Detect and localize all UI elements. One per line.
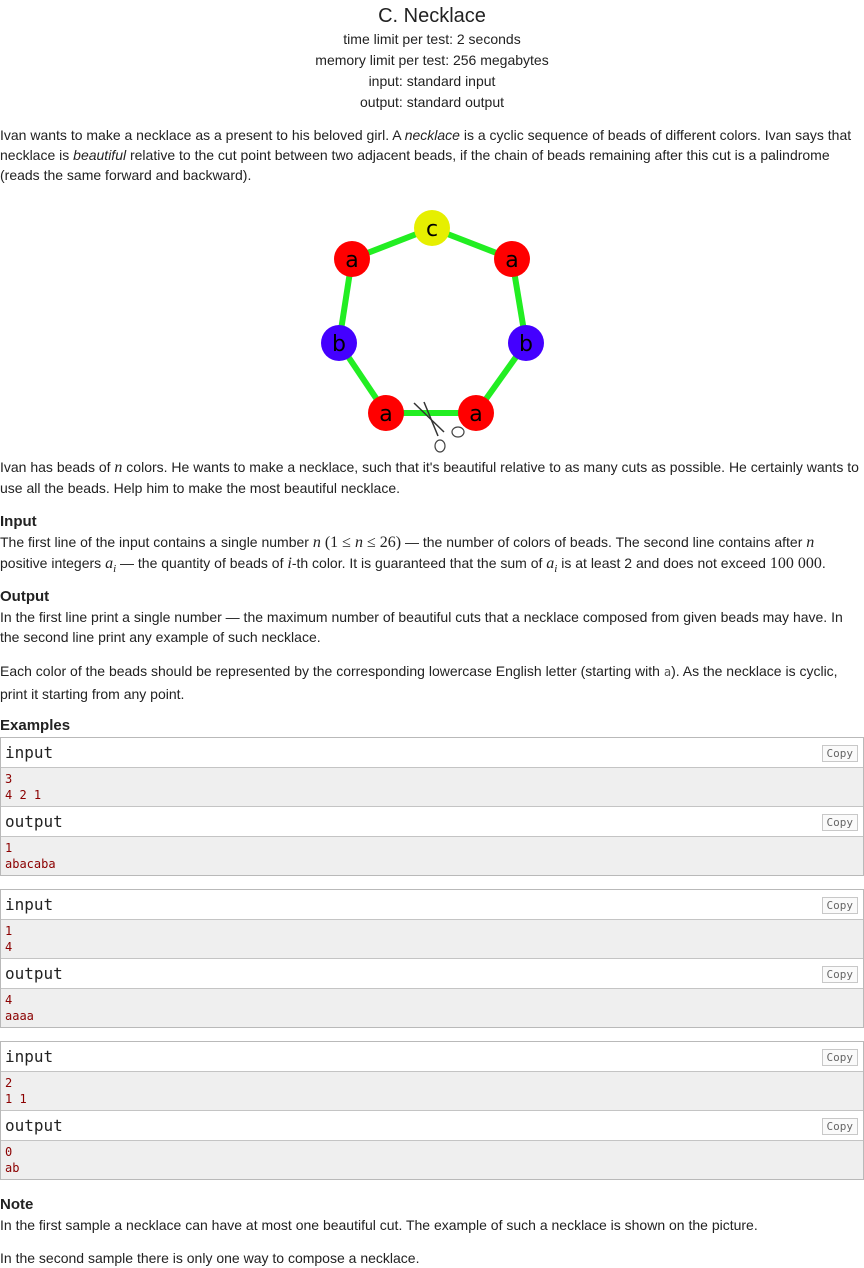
input-line: 4 bbox=[5, 939, 13, 954]
input-label: input bbox=[5, 1047, 54, 1066]
output-line: 0 bbox=[5, 1145, 13, 1159]
math-limit: 100 000 bbox=[769, 555, 822, 572]
copy-button[interactable]: Copy bbox=[821, 1049, 858, 1066]
input-line: 3 bbox=[5, 772, 13, 786]
output-content[interactable]: 4 aaaa bbox=[1, 989, 863, 1027]
math-n: n bbox=[354, 534, 363, 551]
time-limit: time limit per test: 2 seconds bbox=[343, 31, 521, 47]
input-line: 2 bbox=[5, 1076, 13, 1090]
output-label: output bbox=[5, 812, 63, 831]
problem-title: C. Necklace bbox=[378, 5, 486, 27]
note-paragraph-1: In the first sample a necklace can have … bbox=[0, 1217, 758, 1233]
output-label: output bbox=[5, 1116, 63, 1135]
bead-label: c bbox=[426, 217, 438, 242]
bead-label: a bbox=[379, 402, 392, 427]
necklace-diagram: c a b a a b a bbox=[321, 210, 544, 453]
input-line: 1 bbox=[5, 924, 13, 938]
math-n: n bbox=[806, 534, 815, 551]
bead-label: b bbox=[519, 332, 533, 357]
bead-label: a bbox=[505, 248, 518, 273]
output-section-title: Output bbox=[0, 588, 50, 605]
sample-test: input Copy 1 4 output Copy 4 aaaa bbox=[0, 889, 864, 1028]
output-line: aaaa bbox=[5, 1008, 34, 1023]
bead-label: a bbox=[469, 402, 482, 427]
term-beautiful: beautiful bbox=[73, 147, 127, 163]
examples-title: Examples bbox=[0, 717, 71, 734]
term-necklace: necklace bbox=[404, 127, 460, 143]
math-n: n bbox=[312, 534, 321, 551]
output-line: 1 bbox=[5, 841, 13, 855]
inline-code: a bbox=[663, 665, 672, 679]
output-description-2: Each color of the beads should be repres… bbox=[0, 660, 862, 705]
input-line: 1 1 bbox=[5, 1091, 27, 1106]
statement-text: colors. He wants to make a necklace, suc… bbox=[0, 459, 859, 496]
math-a: a bbox=[105, 555, 114, 572]
input-section-title: Input bbox=[0, 513, 37, 530]
input-content[interactable]: 34 2 1 bbox=[1, 768, 863, 807]
input-section: Input The first line of the input contai… bbox=[0, 512, 862, 579]
output-line: abacaba bbox=[5, 856, 56, 871]
input-content[interactable]: 21 1 bbox=[1, 1072, 863, 1111]
statement-text: Ivan wants to make a necklace as a prese… bbox=[0, 127, 405, 143]
sample-test: input Copy 3 4 2 1 output Copy 1 abacaba bbox=[0, 737, 864, 876]
copy-button[interactable]: Copy bbox=[821, 1118, 858, 1135]
input-line: 4 2 1 bbox=[5, 787, 42, 802]
input-text: positive integers bbox=[0, 555, 106, 571]
input-text: The first line of the input contains a s… bbox=[0, 534, 313, 550]
input-content[interactable]: 14 bbox=[1, 920, 863, 959]
bead-label: b bbox=[332, 332, 346, 357]
output-spec: output: standard output bbox=[360, 94, 504, 110]
problem-header: C. Necklace time limit per test: 2 secon… bbox=[0, 3, 864, 113]
bead-label: a bbox=[345, 248, 358, 273]
output-line: ab bbox=[5, 1160, 20, 1175]
statement-paragraph-1: Ivan wants to make a necklace as a prese… bbox=[0, 125, 864, 185]
math-range: (1 ≤ bbox=[320, 534, 355, 551]
input-label: input bbox=[5, 895, 54, 914]
scissors-icon bbox=[413, 401, 465, 453]
input-label: input bbox=[5, 743, 54, 762]
input-header: input Copy bbox=[1, 1042, 863, 1072]
note-title: Note bbox=[0, 1196, 34, 1213]
input-text: — the quantity of beads of bbox=[116, 555, 288, 571]
output-content[interactable]: 0 ab bbox=[1, 1141, 863, 1179]
statement-paragraph-2: Ivan has beads of n colors. He wants to … bbox=[0, 457, 862, 498]
note-paragraph-2: In the second sample there is only one w… bbox=[0, 1250, 420, 1266]
note-section: Note In the first sample a necklace can … bbox=[0, 1195, 862, 1268]
output-label: output bbox=[5, 964, 63, 983]
input-text: — the number of colors of beads. The sec… bbox=[401, 534, 807, 550]
input-header: input Copy bbox=[1, 890, 863, 920]
math-range: ≤ 26) bbox=[362, 534, 402, 551]
input-text: . bbox=[821, 555, 826, 571]
input-text: is at least 2 and does not exceed bbox=[557, 555, 770, 571]
output-text: Each color of the beads should be repres… bbox=[0, 663, 664, 679]
output-header: output Copy bbox=[1, 959, 863, 989]
copy-button[interactable]: Copy bbox=[821, 897, 858, 914]
output-line: 4 bbox=[5, 993, 13, 1007]
input-text: -th color. It is guaranteed that the sum… bbox=[291, 555, 547, 571]
copy-button[interactable]: Copy bbox=[821, 745, 858, 762]
memory-limit: memory limit per test: 256 megabytes bbox=[315, 52, 549, 68]
output-content[interactable]: 1 abacaba bbox=[1, 837, 863, 875]
input-spec: input: standard input bbox=[368, 73, 496, 89]
input-header: input Copy bbox=[1, 738, 863, 768]
sample-test: input Copy 2 1 1 output Copy 0 ab bbox=[0, 1041, 864, 1180]
necklace-figure: c a b a a b a bbox=[318, 206, 548, 456]
output-header: output Copy bbox=[1, 1111, 863, 1141]
output-section: Output In the first line print a single … bbox=[0, 587, 862, 705]
copy-button[interactable]: Copy bbox=[821, 814, 858, 831]
input-description: The first line of the input contains a s… bbox=[0, 532, 862, 579]
statement-text: Ivan has beads of bbox=[0, 459, 115, 475]
output-header: output Copy bbox=[1, 807, 863, 837]
output-description: In the first line print a single number … bbox=[0, 609, 843, 645]
copy-button[interactable]: Copy bbox=[821, 966, 858, 983]
